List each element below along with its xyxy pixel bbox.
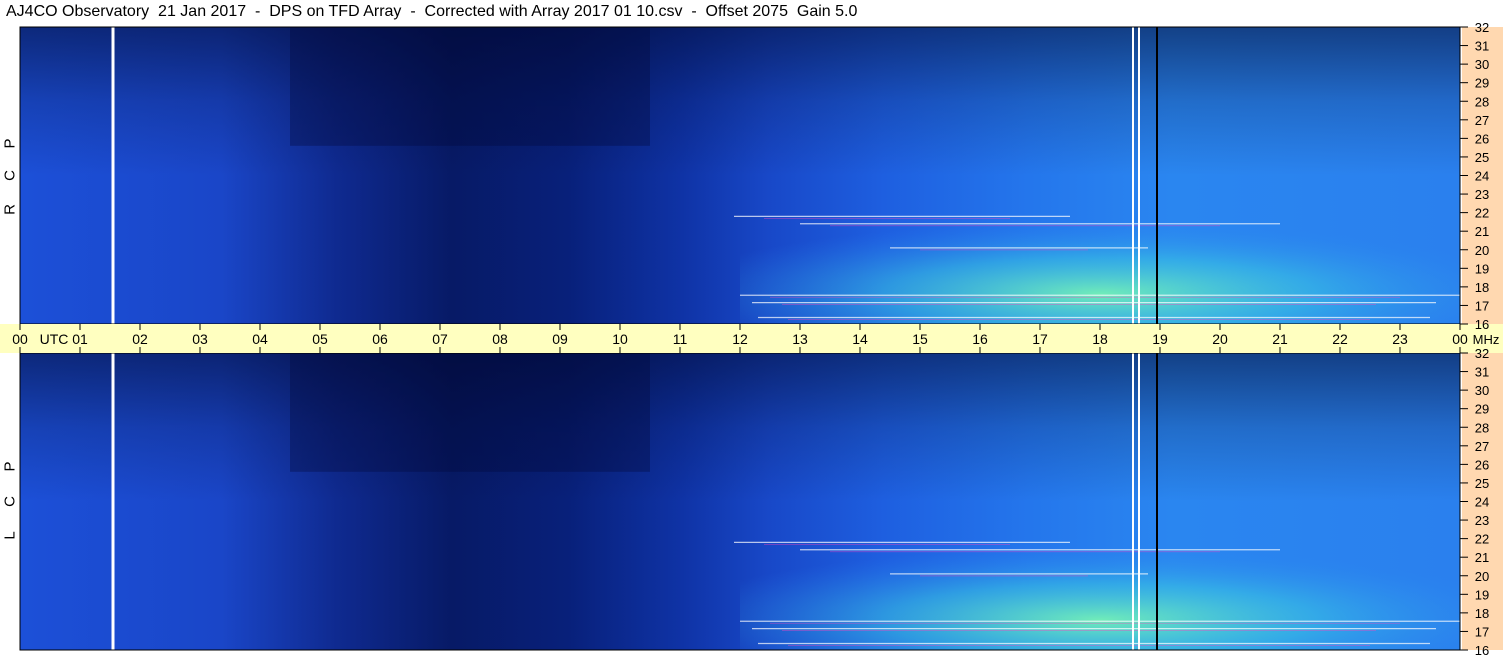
utc-tick-label: 10	[612, 331, 628, 347]
mhz-tick-label: 23	[1475, 513, 1489, 528]
spectrogram-chart: 00 01 02 03 04 05 06 07 08 09 10 11 12 13 14 15 16 17 18 19…	[0, 20, 1503, 658]
mhz-tick-label: 22	[1475, 532, 1489, 547]
mhz-tick-label: 32	[1475, 20, 1489, 35]
mhz-tick-label: 16	[1475, 317, 1489, 332]
mhz-tick-label: 19	[1475, 261, 1489, 276]
mhz-tick-label: 21	[1475, 224, 1489, 239]
mhz-tick-label: 18	[1475, 280, 1489, 295]
utc-unit-label: UTC	[40, 331, 69, 347]
utc-tick-label: 14	[852, 331, 868, 347]
mhz-tick-label: 17	[1475, 624, 1489, 639]
mhz-tick-label: 24	[1475, 495, 1489, 510]
mhz-tick-label: 20	[1475, 243, 1489, 258]
mhz-tick-label: 26	[1475, 457, 1489, 472]
mhz-tick-label: 19	[1475, 587, 1489, 602]
mhz-tick-label: 23	[1475, 187, 1489, 202]
utc-tick-label: 23	[1392, 331, 1408, 347]
mhz-tick-label: 28	[1475, 94, 1489, 109]
utc-tick-label: 22	[1332, 331, 1348, 347]
mhz-tick-label: 25	[1475, 476, 1489, 491]
mhz-tick-label: 30	[1475, 383, 1489, 398]
mhz-tick-label: 18	[1475, 606, 1489, 621]
mhz-tick-label: 17	[1475, 298, 1489, 313]
mhz-tick-label: 16	[1475, 643, 1489, 658]
utc-tick-label: 05	[312, 331, 328, 347]
utc-tick-label: 11	[673, 331, 688, 347]
lcp-activity-region	[740, 529, 1460, 650]
utc-tick-label: 19	[1152, 331, 1168, 347]
utc-tick-label: 15	[912, 331, 928, 347]
mhz-tick-label: 27	[1475, 439, 1489, 454]
mhz-tick-label: 31	[1475, 365, 1489, 380]
mhz-tick-label: 20	[1475, 569, 1489, 584]
rcp-activity-region	[740, 203, 1460, 324]
utc-tick-label: 06	[372, 331, 388, 347]
utc-tick-label: 00	[1452, 331, 1468, 347]
utc-tick-label: 17	[1032, 331, 1048, 347]
utc-tick-label: 01	[72, 331, 88, 347]
mhz-tick-label: 26	[1475, 131, 1489, 146]
mhz-tick-label: 29	[1475, 76, 1489, 91]
utc-tick-label: 07	[432, 331, 448, 347]
panel-rcp	[19, 26, 1461, 325]
mhz-tick-label: 21	[1475, 550, 1489, 565]
utc-tick-label: 13	[792, 331, 808, 347]
utc-tick-label: 20	[1212, 331, 1228, 347]
mhz-tick-label: 24	[1475, 169, 1489, 184]
mhz-tick-label: 25	[1475, 150, 1489, 165]
rcp-dark-region	[290, 27, 650, 146]
utc-tick-label: 09	[552, 331, 568, 347]
mhz-tick-label: 32	[1475, 346, 1489, 361]
utc-tick-label: 18	[1092, 331, 1108, 347]
utc-tick-label: 00	[12, 331, 28, 347]
utc-tick-label: 02	[132, 331, 148, 347]
utc-tick-label: 08	[492, 331, 508, 347]
utc-tick-label: 12	[732, 331, 748, 347]
panel-lcp	[19, 352, 1461, 651]
mhz-tick-label: 22	[1475, 206, 1489, 221]
mhz-tick-label: 27	[1475, 113, 1489, 128]
lcp-dark-region	[290, 353, 650, 472]
utc-tick-label: 04	[252, 331, 268, 347]
utc-tick-label: 16	[972, 331, 988, 347]
mhz-tick-label: 28	[1475, 420, 1489, 435]
mhz-tick-label: 30	[1475, 57, 1489, 72]
mhz-tick-label: 31	[1475, 39, 1489, 54]
utc-tick-label: 03	[192, 331, 208, 347]
mhz-unit-label: MHz	[1473, 332, 1500, 347]
mhz-tick-label: 29	[1475, 402, 1489, 417]
utc-tick-label: 21	[1272, 331, 1288, 347]
